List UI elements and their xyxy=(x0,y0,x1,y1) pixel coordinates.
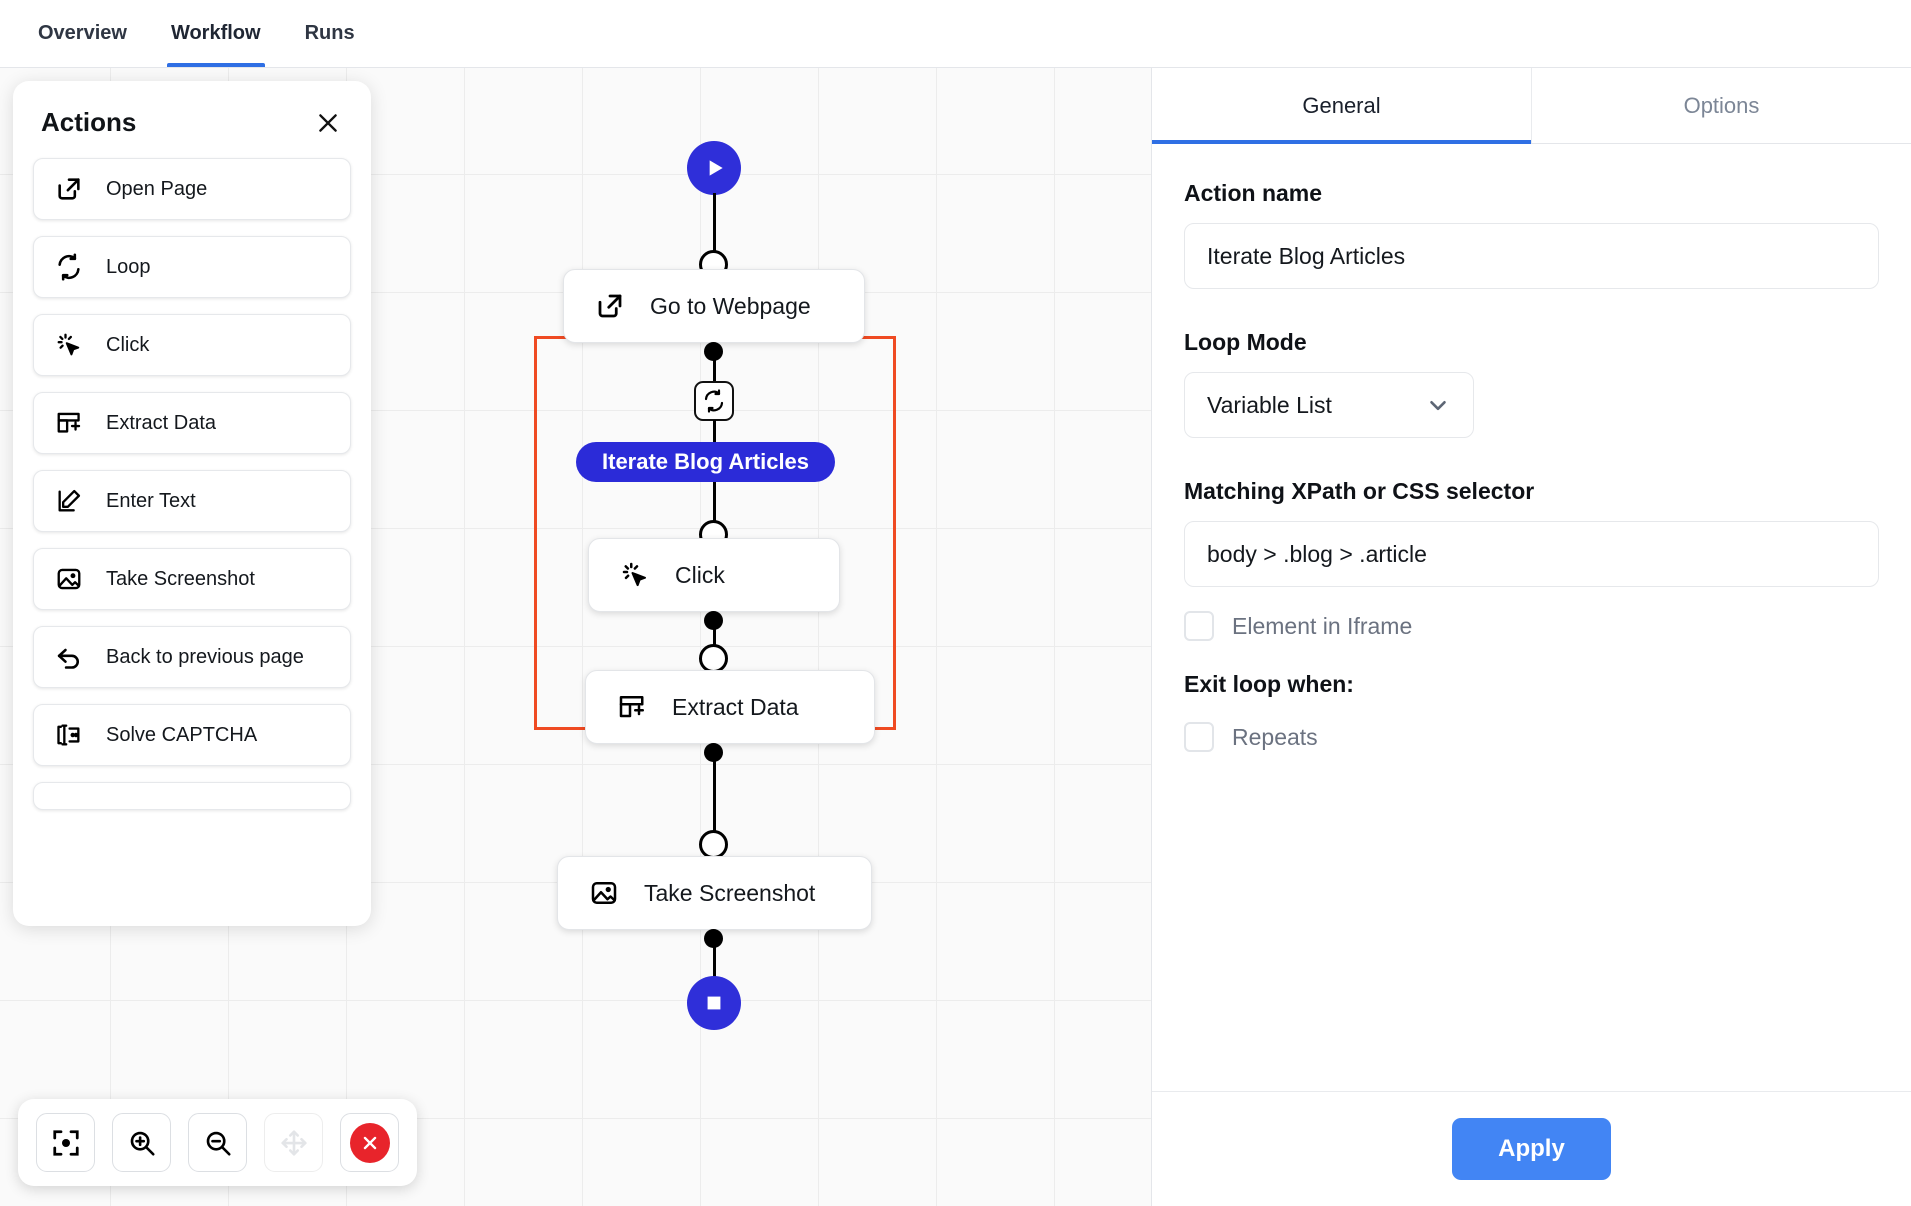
tab-runs[interactable]: Runs xyxy=(283,0,377,67)
tab-options[interactable]: Options xyxy=(1532,68,1911,143)
handle-extract-top[interactable] xyxy=(699,644,728,673)
selector-label: Matching XPath or CSS selector xyxy=(1184,478,1535,504)
apply-button[interactable]: Apply xyxy=(1452,1118,1611,1180)
action-item-label: Take Screenshot xyxy=(106,567,255,590)
actions-panel-header: Actions xyxy=(13,81,371,152)
loop-group-badge-label: Iterate Blog Articles xyxy=(602,449,810,474)
action-item-label: Extract Data xyxy=(106,411,217,434)
node-click[interactable]: Click xyxy=(588,538,840,612)
stop-square-icon xyxy=(707,996,721,1010)
canvas-toolbar xyxy=(18,1099,417,1186)
properties-panel: General Options Action name Loop Mode Va… xyxy=(1151,68,1911,1206)
action-item-label: Open Page xyxy=(106,177,208,200)
external-link-icon xyxy=(54,174,84,204)
tab-options-label: Options xyxy=(1683,92,1760,118)
zoom-out-icon xyxy=(206,1131,231,1156)
action-item-partial[interactable] xyxy=(33,782,351,810)
selector-input[interactable] xyxy=(1184,521,1879,587)
loop-mode-value: Variable List xyxy=(1207,391,1332,418)
tab-general[interactable]: General xyxy=(1152,68,1532,144)
captcha-icon xyxy=(54,720,84,750)
tab-overview-label: Overview xyxy=(38,22,127,44)
close-circle-icon xyxy=(349,1122,390,1163)
properties-form: Action name Loop Mode Variable List Matc… xyxy=(1152,144,1911,1091)
focus-target-icon xyxy=(52,1129,79,1156)
action-item-back-to-previous-page[interactable]: Back to previous page xyxy=(33,626,351,688)
node-go-to-webpage-label: Go to Webpage xyxy=(650,292,811,319)
repeats-checkbox-row[interactable]: Repeats xyxy=(1184,722,1879,752)
action-name-input[interactable] xyxy=(1184,223,1879,289)
repeats-checkbox-label: Repeats xyxy=(1232,723,1318,750)
action-item-take-screenshot[interactable]: Take Screenshot xyxy=(33,548,351,610)
exit-loop-label: Exit loop when: xyxy=(1184,671,1354,697)
action-item-open-page[interactable]: Open Page xyxy=(33,158,351,220)
loop-group-badge[interactable]: Iterate Blog Articles xyxy=(576,442,836,482)
tab-workflow[interactable]: Workflow xyxy=(149,0,283,67)
iframe-checkbox[interactable] xyxy=(1184,611,1214,641)
action-item-label: Enter Text xyxy=(106,489,196,512)
action-item-label: Solve CAPTCHA xyxy=(106,723,258,746)
node-extract-data[interactable]: Extract Data xyxy=(585,670,875,744)
properties-tab-bar: General Options xyxy=(1152,68,1911,144)
actions-panel: Actions Open Page Loop Click Extract Dat… xyxy=(13,81,371,926)
fit-to-view-button[interactable] xyxy=(36,1113,95,1172)
action-item-extract-data[interactable]: Extract Data xyxy=(33,392,351,454)
node-extract-data-label: Extract Data xyxy=(672,693,799,720)
external-link-icon xyxy=(594,290,626,322)
play-icon xyxy=(709,160,723,176)
start-node[interactable] xyxy=(687,141,741,195)
actions-list: Open Page Loop Click Extract Data Enter … xyxy=(13,152,371,810)
cursor-click-icon xyxy=(619,559,651,591)
action-item-loop[interactable]: Loop xyxy=(33,236,351,298)
action-item-enter-text[interactable]: Enter Text xyxy=(33,470,351,532)
image-icon xyxy=(588,877,620,909)
delete-button[interactable] xyxy=(340,1113,399,1172)
action-item-click[interactable]: Click xyxy=(33,314,351,376)
main-body: Go to Webpage Iterate Blog Articles Clic… xyxy=(0,68,1911,1206)
properties-footer: Apply xyxy=(1152,1091,1911,1206)
handle-screenshot-top[interactable] xyxy=(699,830,728,859)
table-add-icon xyxy=(54,408,84,438)
action-item-label: Click xyxy=(106,333,150,356)
node-take-screenshot-label: Take Screenshot xyxy=(644,879,816,906)
app-root: Overview Workflow Runs Go to Webpage Ite… xyxy=(0,0,1911,1206)
iframe-checkbox-row[interactable]: Element in Iframe xyxy=(1184,611,1879,641)
zoom-in-icon xyxy=(130,1131,155,1156)
tab-overview[interactable]: Overview xyxy=(16,0,149,67)
pencil-edit-icon xyxy=(54,486,84,516)
workflow-canvas[interactable]: Go to Webpage Iterate Blog Articles Clic… xyxy=(0,68,1151,1206)
loop-icon xyxy=(704,389,724,413)
iframe-checkbox-label: Element in Iframe xyxy=(1232,612,1413,639)
tab-workflow-label: Workflow xyxy=(170,22,261,44)
end-node[interactable] xyxy=(687,976,741,1030)
image-icon xyxy=(54,564,84,594)
edge-extract-screenshot xyxy=(713,752,716,842)
node-click-label: Click xyxy=(675,561,725,588)
actions-panel-title: Actions xyxy=(41,107,137,137)
tab-general-label: General xyxy=(1302,92,1381,118)
zoom-out-button[interactable] xyxy=(188,1113,247,1172)
loop-icon xyxy=(54,252,84,282)
loop-node-icon[interactable] xyxy=(694,381,734,421)
arrow-back-icon xyxy=(54,642,84,672)
node-take-screenshot[interactable]: Take Screenshot xyxy=(557,856,872,930)
action-item-label: Loop xyxy=(106,255,151,278)
action-item-label: Back to previous page xyxy=(106,645,304,668)
loop-mode-label: Loop Mode xyxy=(1184,329,1307,355)
tab-runs-label: Runs xyxy=(304,22,355,44)
action-item-solve-captcha[interactable]: Solve CAPTCHA xyxy=(33,704,351,766)
zoom-in-button[interactable] xyxy=(112,1113,171,1172)
repeats-checkbox[interactable] xyxy=(1184,722,1214,752)
move-arrows-icon xyxy=(280,1129,307,1156)
node-go-to-webpage[interactable]: Go to Webpage xyxy=(563,269,865,343)
chevron-down-icon xyxy=(1430,400,1446,411)
close-icon[interactable] xyxy=(313,108,343,138)
edge-start-goto xyxy=(713,193,716,255)
top-tab-bar: Overview Workflow Runs xyxy=(0,0,1911,68)
cursor-click-icon xyxy=(54,330,84,360)
pan-button[interactable] xyxy=(264,1113,323,1172)
action-name-label: Action name xyxy=(1184,180,1323,206)
loop-mode-select[interactable]: Variable List xyxy=(1184,372,1474,438)
table-add-icon xyxy=(616,691,648,723)
